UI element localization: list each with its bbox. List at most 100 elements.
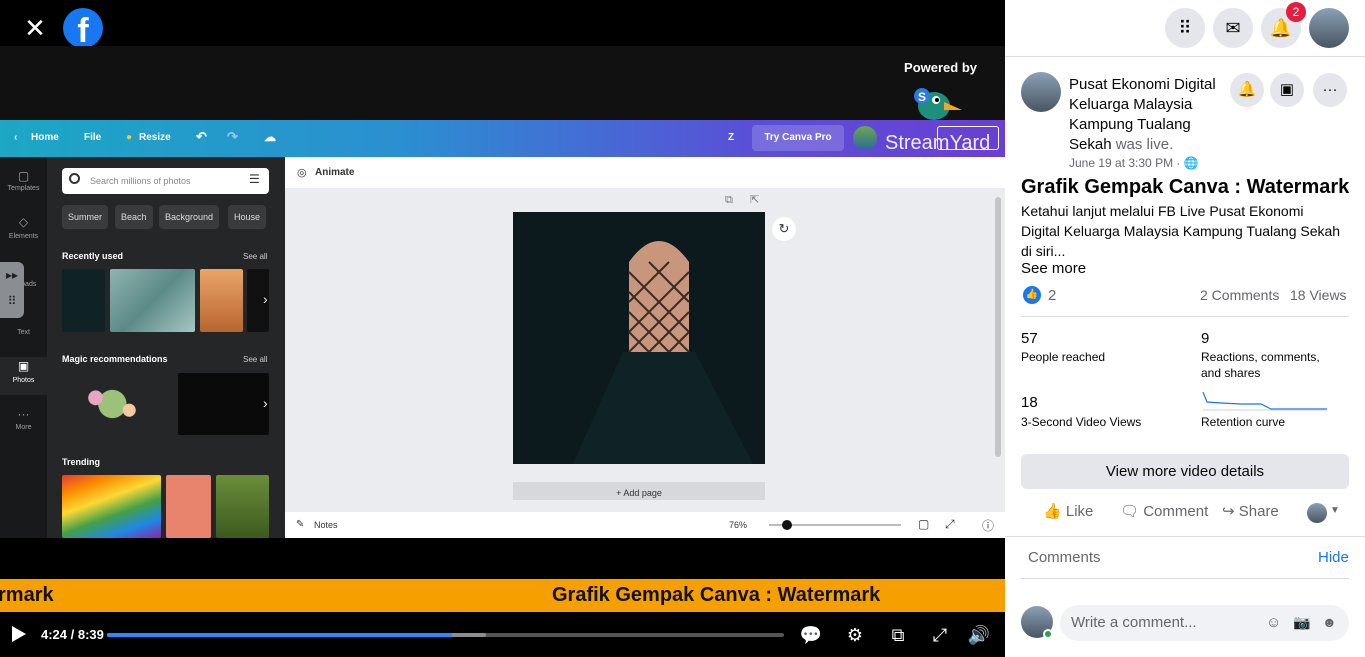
see-all-magic: See all <box>243 355 268 364</box>
close-icon: ✕ <box>24 13 46 43</box>
app-root: ✕ f Powered by S ‹ Home File ● Resize ↶ <box>0 0 1365 657</box>
redo-icon: ↷ <box>227 129 238 144</box>
animate-icon: ◎ <box>297 167 307 179</box>
settings-gear-icon[interactable]: ⚙ <box>843 624 867 646</box>
rail-text: Text <box>17 329 30 336</box>
like-button[interactable]: 👍 Like <box>1043 502 1093 524</box>
fullscreen-small-icon: ⤢ <box>945 517 955 531</box>
divider <box>1021 316 1349 317</box>
volume-icon[interactable]: 🔊 <box>967 624 991 646</box>
top-icon-bar: ⠿ ✉ 🔔 <box>1005 0 1365 57</box>
messenger-icon[interactable]: ✉ <box>1213 8 1253 48</box>
page-count-icon: ▢ <box>918 517 930 531</box>
canva-bottom-bar: ✎ Notes 76% ▢ ⤢ ⓘ <box>285 512 1005 538</box>
stat-value: 9 <box>1201 330 1210 347</box>
rail-elements: Elements <box>8 233 39 240</box>
templates-icon: ▢ <box>17 169 30 183</box>
chevron-right-icon: › <box>263 291 268 307</box>
animate-button: Animate <box>285 157 1005 188</box>
zoom-level: 76% <box>729 520 748 530</box>
view-more-details-button[interactable]: View more video details <box>1021 454 1349 489</box>
online-status-dot <box>1043 629 1053 639</box>
hide-comments-link[interactable]: Hide <box>1318 549 1349 566</box>
crown-icon: ● <box>126 132 133 143</box>
play-icon[interactable] <box>12 626 26 642</box>
svg-text:S: S <box>918 90 926 104</box>
canva-resize-menu: Resize <box>139 132 171 143</box>
canva-user-initial: Z <box>728 132 735 143</box>
zoom-slider-thumb <box>782 520 792 530</box>
filter-icon: ☰ <box>249 172 260 186</box>
more-options-icon[interactable]: ··· <box>1313 73 1347 107</box>
stat-label: Retention curve <box>1201 415 1286 429</box>
camera-icon[interactable]: 📷 <box>1293 614 1310 631</box>
canva-avatar <box>853 126 877 150</box>
follow-bell-icon[interactable]: 🔔 <box>1230 73 1264 107</box>
help-icon: ⓘ <box>982 519 995 533</box>
facebook-logo-icon[interactable]: f <box>63 8 103 48</box>
fullscreen-icon[interactable]: ⤢ <box>928 624 952 646</box>
canva-canvas-area: Animate ◎ ⧉ ⇱ ↻ + Add page ✎ Notes 76% ▢… <box>285 157 1005 538</box>
close-button[interactable]: ✕ <box>18 12 52 46</box>
reaction-count[interactable]: 2 <box>1048 287 1056 304</box>
share-button[interactable]: ↪ Share <box>1222 502 1279 524</box>
views-count: 18 Views <box>1290 287 1347 303</box>
ticker-fragment: rmark <box>0 584 54 606</box>
canva-file-menu: File <box>84 132 102 143</box>
emoji-icon[interactable]: ☺ <box>1266 614 1281 631</box>
stat-label: People reached <box>1021 350 1106 364</box>
refresh-icon: ↻ <box>772 217 796 241</box>
progress-fill <box>107 633 453 637</box>
chip-beach: Beach <box>115 205 153 229</box>
canva-photos-panel: Search millions of photos ☰ Summer Beach… <box>47 157 285 538</box>
divider <box>1021 578 1349 579</box>
thumb-window <box>62 269 105 332</box>
undo-icon: ↶ <box>196 129 207 144</box>
share-outline-box <box>937 126 999 150</box>
canva-search-input: Search millions of photos <box>62 168 269 194</box>
stat-value: 18 <box>1021 394 1038 411</box>
rail-more: More <box>15 424 32 431</box>
search-icon <box>69 173 80 184</box>
canva-side-rail: ▢ Templates ◇ Elements Uploads Text ▣ Ph… <box>0 157 47 538</box>
powered-by-label: Powered by <box>904 60 977 75</box>
comment-bubble-icon: 🗨 <box>1120 503 1140 520</box>
rail-photos: Photos <box>12 377 35 384</box>
trending-heading: Trending <box>62 457 100 467</box>
chevron-left-icon: ‹ <box>14 132 18 143</box>
chevron-right-icon: › <box>263 395 268 411</box>
video-area: ✕ f Powered by S ‹ Home File ● Resize ↶ <box>0 0 1005 657</box>
picture-in-picture-icon[interactable]: ⧉ <box>886 624 910 646</box>
chevron-down-icon[interactable]: ▼ <box>1330 505 1340 516</box>
was-live-label: was live. <box>1115 136 1174 153</box>
reaction-avatar[interactable] <box>1307 503 1327 523</box>
see-more-link[interactable]: See more <box>1021 260 1086 277</box>
sticker-icon[interactable]: ☻ <box>1322 614 1337 630</box>
see-all-recent: See all <box>243 252 268 261</box>
notification-badge: 2 <box>1286 2 1306 22</box>
thumb-peach <box>166 475 211 538</box>
like-reaction-icon[interactable]: 👍 <box>1023 286 1041 304</box>
comment-button[interactable]: 🗨 Comment <box>1120 502 1208 524</box>
vertical-scrollbar <box>995 197 1001 457</box>
drag-handle: ▸▸ ⠿ <box>0 262 24 318</box>
captions-icon[interactable]: 💬 <box>799 624 823 646</box>
menu-grid-icon[interactable]: ⠿ <box>1165 8 1205 48</box>
comments-count[interactable]: 2 Comments <box>1200 287 1279 303</box>
post-date[interactable]: June 19 at 3:30 PM · 🌐 <box>1069 156 1199 170</box>
stat-label: Reactions, comments, and shares <box>1201 350 1320 380</box>
progress-bar[interactable] <box>107 633 784 637</box>
post-sidebar: ⠿ ✉ 🔔 2 Pusat Ekonomi Digital Keluarga M… <box>1005 0 1365 657</box>
add-page-button: + Add page <box>513 482 765 500</box>
ticker-title: Grafik Gempak Canva : Watermark <box>552 584 881 606</box>
account-avatar[interactable] <box>1309 8 1349 48</box>
thumb-rainbow <box>62 475 161 538</box>
save-icon[interactable]: ▣ <box>1270 73 1304 107</box>
video-stage[interactable]: Powered by S ‹ Home File ● Resize ↶ ↷ ☁ … <box>0 46 1005 538</box>
thumb-mosque <box>200 269 243 332</box>
title-ticker: rmark Grafik Gempak Canva : Watermark <box>0 579 1005 612</box>
retention-curve-sparkline <box>1202 391 1327 411</box>
page-avatar[interactable] <box>1021 72 1061 112</box>
chip-summer: Summer <box>62 205 109 229</box>
stat-label: 3-Second Video Views <box>1021 415 1142 429</box>
